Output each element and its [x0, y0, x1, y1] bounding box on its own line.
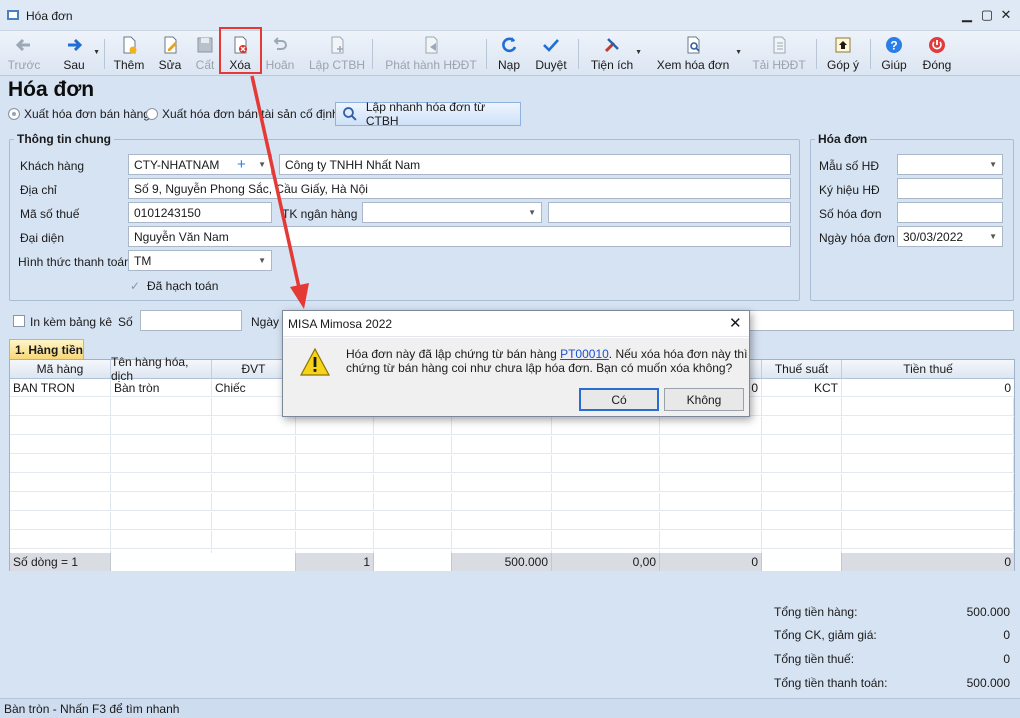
annotation-arrow [250, 75, 309, 309]
